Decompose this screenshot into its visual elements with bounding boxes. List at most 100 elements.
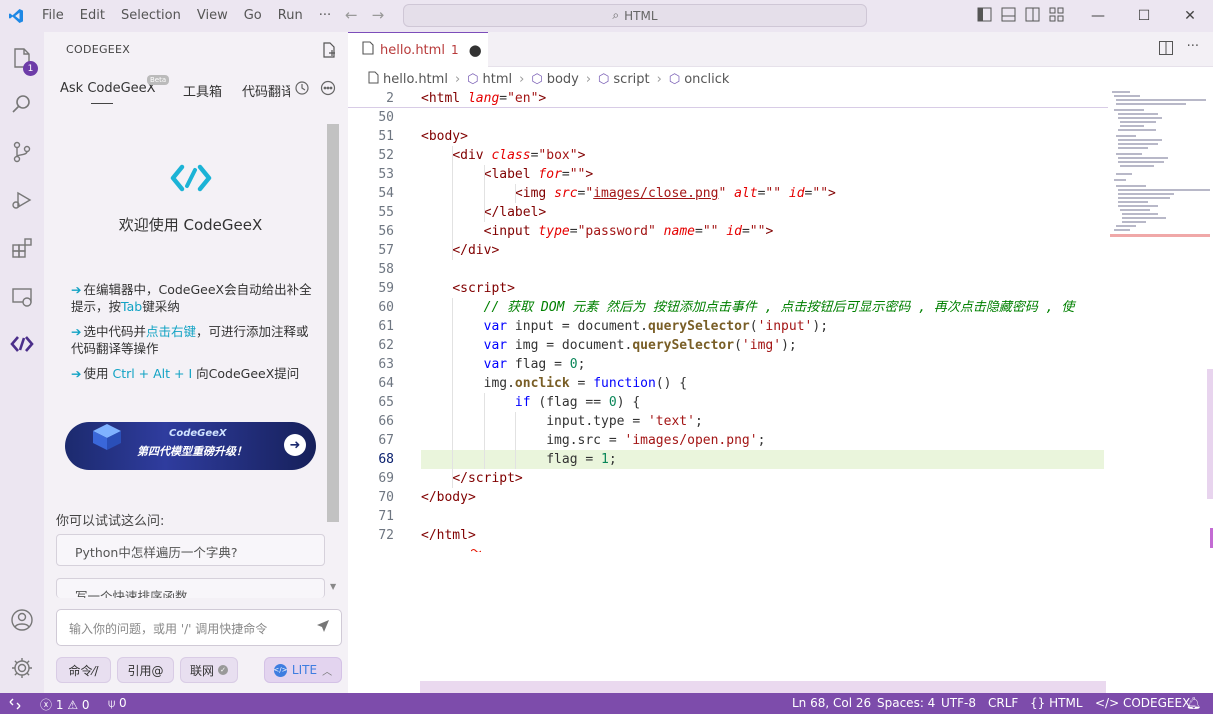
code-line[interactable]: 72 </html> (348, 526, 1108, 553)
code-line[interactable]: 59 <script> (348, 279, 1108, 298)
code-line[interactable]: 69 </script> (348, 469, 1108, 488)
toggle-panel-icon[interactable] (1001, 7, 1016, 22)
chat-input[interactable]: 输入你的问题，或用 '/' 调用快捷命令 (56, 609, 342, 646)
code-line[interactable]: 52 <div class="box"> (348, 146, 1108, 165)
code-editor[interactable]: 2 <html lang="en"> 50 51 <body> 52 <div class… (348, 89, 1108, 553)
code-line[interactable]: 57 </div> (348, 241, 1108, 260)
more-actions-icon[interactable]: ··· (1187, 40, 1199, 59)
account-icon[interactable] (0, 598, 44, 642)
code-line[interactable]: 53 <label for=""> (348, 165, 1108, 184)
code-line[interactable]: 51 <body> (348, 127, 1108, 146)
suggestion-dict-loop[interactable]: Python中怎样遍历一个字典? (56, 534, 325, 566)
codegeex-icon[interactable] (0, 322, 44, 366)
tab-toolbox[interactable]: 工具箱 (183, 81, 222, 100)
eol-status[interactable]: CRLF (988, 696, 1018, 710)
minimap[interactable] (1110, 89, 1210, 289)
minimize-icon[interactable]: — (1075, 0, 1121, 32)
code-line[interactable]: 66 input.type = 'text'; (348, 412, 1108, 431)
command-center-search[interactable]: ⌕ HTML (403, 4, 867, 27)
language-mode[interactable]: {} HTML (1030, 696, 1083, 710)
code-line[interactable]: 60 // 获取 DOM 元素 然后为 按钮添加点击事件 , 点击按钮后可显示密… (348, 298, 1108, 317)
editor-tab-hello-html[interactable]: hello.html 1 ● (348, 32, 488, 67)
toggle-secondary-sidebar-icon[interactable] (1025, 7, 1040, 22)
sidebar-scrollbar-thumb[interactable] (327, 124, 339, 522)
source-control-icon[interactable] (0, 130, 44, 174)
history-icon[interactable] (294, 80, 310, 100)
code-line[interactable]: 65 if (flag == 0) { (348, 393, 1108, 412)
toggle-primary-sidebar-icon[interactable] (977, 7, 992, 22)
more-options-icon[interactable] (320, 80, 336, 100)
sidebar-title: CODEGEEX (66, 43, 131, 56)
model-lite-selector[interactable]: </> LITE ︿ (264, 657, 342, 683)
back-arrow-icon[interactable]: ← (345, 6, 358, 24)
menu-bar: File Edit Selection View Go Run ··· (34, 0, 339, 32)
close-icon[interactable]: ✕ (1167, 0, 1213, 32)
forward-arrow-icon[interactable]: → (372, 6, 385, 24)
code-line[interactable]: 56 <input type="password" name="" id=""> (348, 222, 1108, 241)
tab-code-translate[interactable]: 代码翻译 (242, 81, 290, 100)
menu-file[interactable]: File (34, 0, 72, 32)
code-line[interactable]: 67 img.src = 'images/open.png'; (348, 431, 1108, 450)
explorer-icon[interactable]: 1 (0, 36, 44, 80)
menu-edit[interactable]: Edit (72, 0, 113, 32)
code-line[interactable]: 71 (348, 507, 1108, 526)
tab-ask-codegeex[interactable]: Ask CodeGeeX (60, 81, 156, 96)
menu-more[interactable]: ··· (311, 0, 339, 32)
code-line[interactable]: 50 (348, 108, 1108, 127)
editor-scrollbar-thumb[interactable] (1207, 369, 1213, 499)
ports-status[interactable]: ⍦ 0 (108, 696, 127, 711)
menu-selection[interactable]: Selection (113, 0, 189, 32)
customize-layout-icon[interactable] (1049, 7, 1064, 22)
problems-status[interactable]: ⓧ 1 ⚠ 0 (40, 696, 90, 713)
indentation-status[interactable]: Spaces: 4 (877, 696, 935, 710)
codegeex-status[interactable]: </> CODEGEEX (1095, 696, 1190, 710)
menu-view[interactable]: View (189, 0, 236, 32)
code-line[interactable]: 64 img.onclick = function() { (348, 374, 1108, 393)
command-center-label: HTML (624, 8, 658, 23)
code-line[interactable]: 63 var flag = 0; (348, 355, 1108, 374)
send-icon[interactable] (316, 619, 330, 636)
menu-run[interactable]: Run (270, 0, 311, 32)
code-line[interactable]: 62 var img = document.querySelector('img… (348, 336, 1108, 355)
split-editor-icon[interactable] (1158, 41, 1173, 59)
code-line[interactable]: 55 </label> (348, 203, 1108, 222)
run-debug-icon[interactable] (0, 178, 44, 222)
breadcrumb-onclick[interactable]: onclick (684, 72, 729, 87)
settings-gear-icon[interactable] (0, 646, 44, 690)
chat-input-placeholder: 输入你的问题，或用 '/' 调用快捷命令 (69, 622, 268, 636)
arrow-right-circle-icon[interactable]: ➜ (284, 434, 306, 456)
breadcrumb-file[interactable]: hello.html (383, 72, 448, 87)
cursor-position[interactable]: Ln 68, Col 26 (792, 696, 871, 710)
codegeex-promo-banner[interactable]: CodeGeeX 第四代模型重磅升级！ ➜ (65, 422, 316, 470)
reference-chip[interactable]: 引用@ (117, 657, 174, 683)
code-line[interactable]: 70 </body> (348, 488, 1108, 507)
code-line[interactable]: 54 <img src="images/close.png" alt="" id… (348, 184, 1108, 203)
remote-indicator-icon[interactable] (0, 693, 30, 714)
model-lite-label: LITE (291, 663, 318, 677)
new-file-icon[interactable] (321, 42, 337, 62)
editor-horizontal-scrollbar[interactable] (420, 681, 1106, 693)
suggestion-quicksort[interactable]: 写一个快速排序函数 (56, 578, 325, 598)
web-search-chip[interactable]: 联网 ✓ (180, 657, 238, 683)
scroll-down-icon[interactable]: ▼ (330, 582, 336, 591)
code-line[interactable]: 68 flag = 1; (348, 450, 1108, 469)
unsaved-dot-icon[interactable]: ● (469, 41, 482, 59)
breadcrumb-body[interactable]: body (547, 72, 579, 87)
code-line[interactable]: 61 var input = document.querySelector('i… (348, 317, 1108, 336)
code-text: </script> (452, 471, 523, 486)
notifications-bell-icon[interactable]: 🔔︎ (1186, 696, 1201, 710)
command-chip[interactable]: 命令⁄/ (56, 657, 111, 683)
menu-go[interactable]: Go (236, 0, 270, 32)
extensions-icon[interactable] (0, 226, 44, 270)
code-line[interactable]: 2 <html lang="en"> (348, 89, 1108, 108)
code-line[interactable]: 58 (348, 260, 1108, 279)
maximize-icon[interactable]: ☐ (1121, 0, 1167, 32)
breadcrumb-script[interactable]: script (613, 72, 649, 87)
tip2-right-click: 点击右键 (146, 324, 197, 339)
encoding-status[interactable]: UTF-8 (941, 696, 976, 710)
breadcrumb-html[interactable]: html (483, 72, 513, 87)
banner-subtitle: 第四代模型重磅升级！ (137, 445, 247, 458)
search-icon[interactable] (0, 82, 44, 126)
remote-explorer-icon[interactable] (0, 275, 44, 319)
line-number: 72 (378, 528, 394, 543)
